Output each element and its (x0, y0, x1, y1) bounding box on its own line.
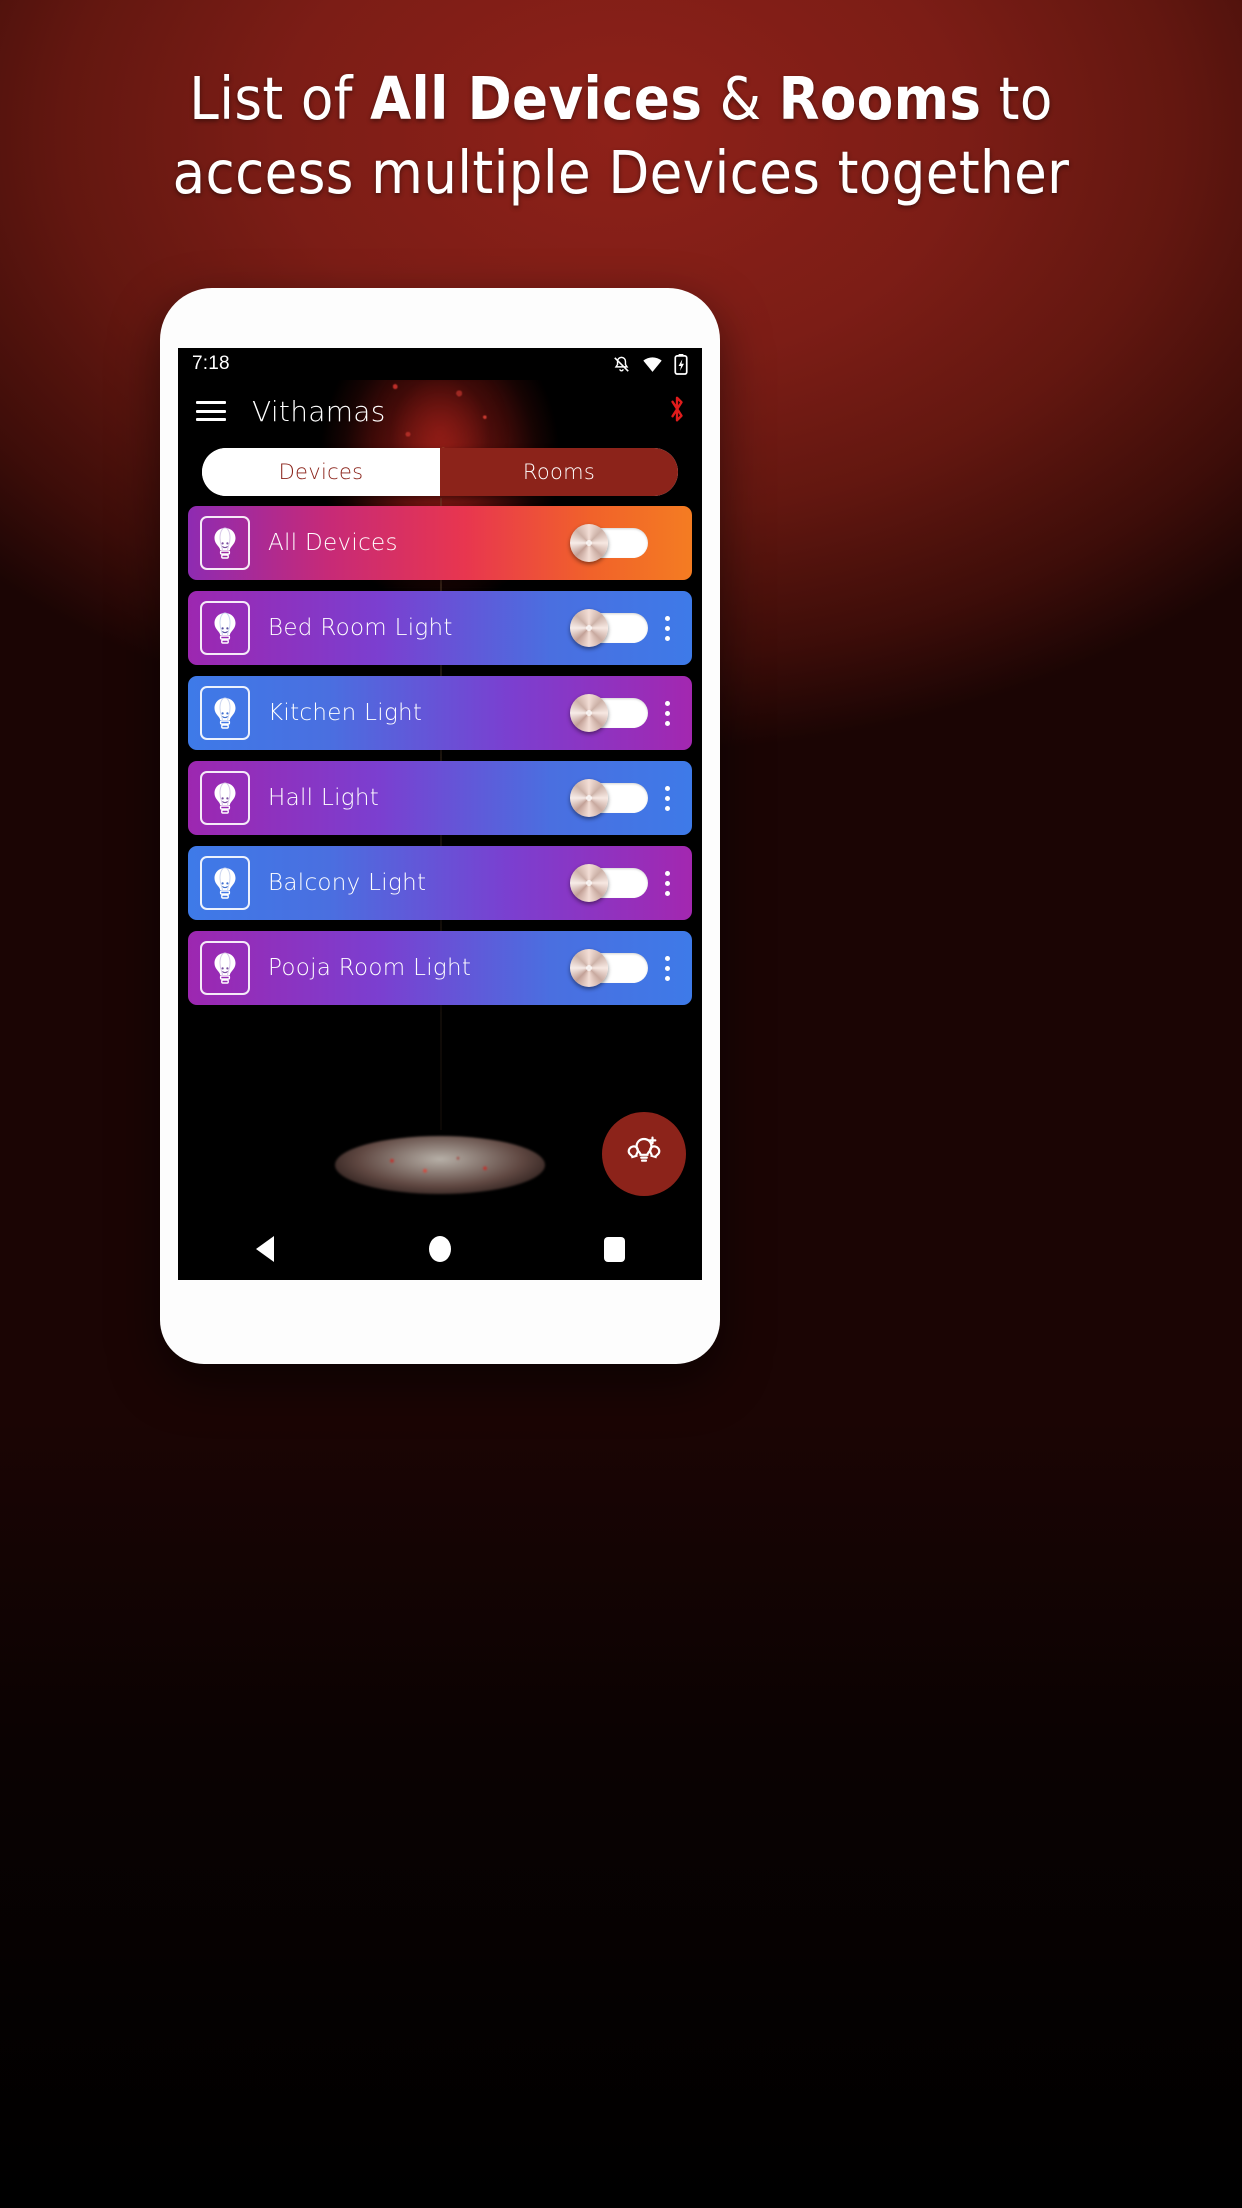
toggle-knob (570, 949, 608, 987)
power-toggle[interactable] (570, 949, 648, 987)
toggle-knob (570, 609, 608, 647)
promo-headline-line-1: List of All Devices & Rooms to (0, 62, 1242, 136)
power-toggle[interactable] (570, 609, 648, 647)
list-item-pooja-room-light[interactable]: Pooja Room Light (188, 931, 692, 1005)
bulb-icon (200, 516, 250, 570)
list-item-kitchen-light[interactable]: Kitchen Light (188, 676, 692, 750)
overflow-menu-icon[interactable] (652, 870, 682, 896)
add-device-fab[interactable] (602, 1112, 686, 1196)
toggle-knob (570, 524, 608, 562)
promo-text-prefix: List of (189, 64, 371, 133)
back-triangle-icon[interactable] (220, 1218, 310, 1280)
phone-mockup: 7:18 Vithamas Devices Rooms All Devices … (160, 288, 720, 1364)
app-title: Vithamas (252, 394, 386, 428)
bulb-icon (200, 601, 250, 655)
list-item-label: All Devices (268, 530, 398, 556)
bell-muted-icon (612, 355, 631, 374)
status-bar: 7:18 (178, 348, 702, 380)
wifi-icon (642, 355, 663, 373)
app-bar: Vithamas (178, 380, 702, 442)
list-item-label: Balcony Light (268, 870, 427, 896)
list-item-label: Bed Room Light (268, 615, 453, 641)
device-list: All Devices Bed Room Light Kitchen Light… (188, 506, 692, 1005)
power-toggle[interactable] (570, 694, 648, 732)
power-toggle[interactable] (570, 524, 648, 562)
toggle-knob (570, 694, 608, 732)
add-bulbs-icon (619, 1132, 669, 1177)
overflow-menu-icon[interactable] (652, 700, 682, 726)
list-item-label: Pooja Room Light (268, 955, 472, 981)
bulb-icon (200, 856, 250, 910)
list-item-hall-light[interactable]: Hall Light (188, 761, 692, 835)
list-item-label: Kitchen Light (268, 700, 423, 726)
promo-text-suffix: to (981, 64, 1053, 133)
tab-rooms[interactable]: Rooms (440, 448, 678, 496)
bulb-icon (200, 686, 250, 740)
promo-headline-line-2: access multiple Devices together (172, 138, 1070, 207)
status-bar-time: 7:18 (192, 353, 230, 374)
list-item-balcony-light[interactable]: Balcony Light (188, 846, 692, 920)
android-navigation-bar (178, 1218, 702, 1280)
power-toggle[interactable] (570, 864, 648, 902)
list-item-label: Hall Light (268, 785, 380, 811)
tab-bar: Devices Rooms (202, 448, 678, 496)
battery-charging-icon (674, 353, 688, 375)
promo-text-bold-rooms: Rooms (778, 64, 982, 133)
home-circle-icon[interactable] (395, 1218, 485, 1280)
toggle-knob (570, 864, 608, 902)
list-item-all-devices[interactable]: All Devices (188, 506, 692, 580)
toggle-knob (570, 779, 608, 817)
phone-screen: 7:18 Vithamas Devices Rooms All Devices … (178, 348, 702, 1280)
hamburger-menu-icon[interactable] (194, 398, 228, 424)
list-item-bed-room-light[interactable]: Bed Room Light (188, 591, 692, 665)
promo-headline: List of All Devices & Rooms to access mu… (0, 62, 1242, 210)
bulb-icon (200, 941, 250, 995)
overflow-menu-icon[interactable] (652, 615, 682, 641)
bulb-icon (200, 771, 250, 825)
promo-text-mid: & (702, 64, 779, 133)
overflow-menu-icon[interactable] (652, 785, 682, 811)
wallpaper-plate (335, 1136, 545, 1194)
bluetooth-icon[interactable] (668, 394, 686, 429)
power-toggle[interactable] (570, 779, 648, 817)
overflow-menu-icon[interactable] (652, 955, 682, 981)
tab-devices[interactable]: Devices (202, 448, 440, 496)
recents-square-icon[interactable] (570, 1218, 660, 1280)
promo-text-bold-devices: All Devices (370, 64, 703, 133)
